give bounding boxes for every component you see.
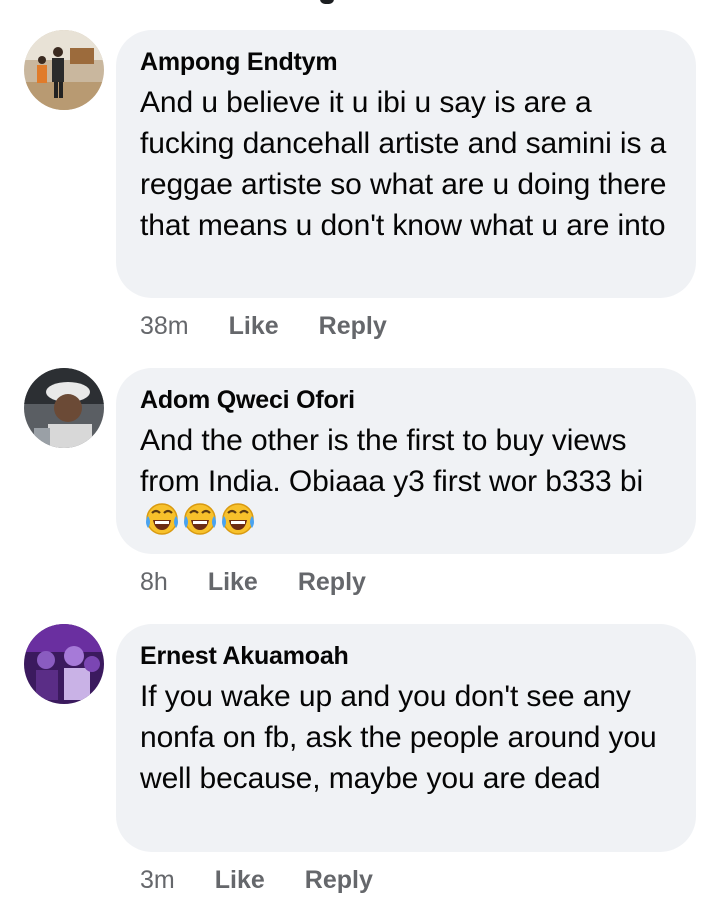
like-button[interactable]: Like: [229, 312, 279, 341]
comment-timestamp[interactable]: 3m: [140, 866, 175, 895]
avatar-photo-icon: [24, 368, 104, 448]
comment-author[interactable]: Ernest Akuamoah: [140, 640, 672, 672]
like-button[interactable]: Like: [215, 866, 265, 895]
avatar-photo-icon: [24, 624, 104, 704]
comment-bubble: Ernest Akuamoah If you wake up and you d…: [116, 624, 696, 852]
avatar[interactable]: [24, 368, 104, 448]
comment-timestamp[interactable]: 8h: [140, 568, 168, 597]
reply-button[interactable]: Reply: [305, 866, 373, 895]
comment-actions: 38m Like Reply: [140, 312, 387, 341]
avatar-photo-icon: [24, 30, 104, 110]
emoji-row: [144, 502, 258, 547]
comment-text: And the other is the first to buy views …: [140, 424, 644, 498]
face-with-tears-of-joy-icon: [144, 502, 180, 547]
comment-author[interactable]: Ampong Endtym: [140, 46, 672, 78]
reply-button[interactable]: Reply: [319, 312, 387, 341]
avatar[interactable]: [24, 30, 104, 110]
comment-text: And u believe it u ibi u say is are a fu…: [140, 86, 667, 242]
comment-author[interactable]: Adom Qweci Ofori: [140, 384, 672, 416]
face-with-tears-of-joy-icon: [182, 502, 218, 547]
comment-actions: 3m Like Reply: [140, 866, 373, 895]
face-with-tears-of-joy-icon: [220, 502, 256, 547]
cut-off-text-fragment: [320, 0, 334, 4]
like-button[interactable]: Like: [208, 568, 258, 597]
comment-text-block: And the other is the first to buy views …: [140, 420, 672, 547]
reply-button[interactable]: Reply: [298, 568, 366, 597]
comment-timestamp[interactable]: 38m: [140, 312, 189, 341]
comment-bubble: Ampong Endtym And u believe it u ibi u s…: [116, 30, 696, 298]
comment-text: If you wake up and you don't see any non…: [140, 680, 657, 795]
comment-bubble: Adom Qweci Ofori And the other is the fi…: [116, 368, 696, 554]
avatar[interactable]: [24, 624, 104, 704]
comment-actions: 8h Like Reply: [140, 568, 366, 597]
